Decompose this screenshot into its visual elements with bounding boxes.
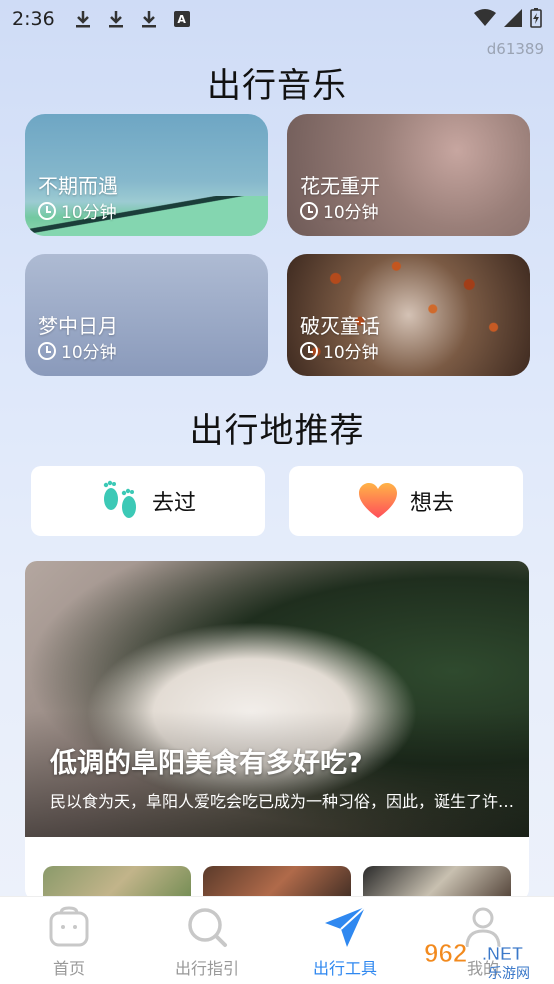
tab-guide[interactable]: 出行指引: [138, 897, 276, 984]
music-card-duration: 10分钟: [300, 198, 379, 223]
device-id-label: d61389: [486, 40, 544, 58]
signal-icon: [504, 9, 522, 27]
went-button-label: 去过: [151, 491, 196, 516]
feature-title: 低调的阜阳美食有多好吃?: [50, 748, 363, 779]
clock-icon: [300, 201, 318, 220]
music-card-title: 花无重开: [300, 174, 380, 198]
clock-icon: [38, 201, 56, 220]
tab-home[interactable]: 首页: [0, 897, 138, 984]
want-button[interactable]: 想去: [289, 466, 523, 536]
keyboard-a-icon: A: [173, 11, 190, 27]
download-icon: [75, 10, 91, 28]
home-icon: [47, 905, 91, 949]
want-button-label: 想去: [409, 491, 454, 516]
clock-icon: [300, 341, 318, 360]
music-section-title: 出行音乐: [207, 66, 347, 106]
music-card-title: 不期而遇: [38, 174, 118, 198]
tab-label: 出行工具: [312, 959, 377, 978]
download-icon: [108, 10, 124, 28]
feature-description: 民以食为天，阜阳人爱吃会吃已成为一种习俗，因此，诞生了许多美食: [50, 792, 525, 811]
heart-icon: [358, 483, 397, 518]
site-watermark: 962 .NET 乐游网: [424, 938, 531, 983]
tab-label: 出行指引: [174, 959, 239, 978]
music-card[interactable]: 梦中日月 10分钟: [25, 254, 268, 376]
status-time: 2:36: [12, 8, 55, 30]
svg-text:962: 962: [424, 938, 467, 968]
paper-plane-icon: [323, 905, 367, 949]
music-card-title: 破灭童话: [300, 314, 380, 338]
music-card-title: 梦中日月: [38, 314, 118, 338]
went-button[interactable]: 去过: [31, 466, 265, 536]
destination-section-title: 出行地推荐: [189, 411, 365, 451]
music-card-duration: 10分钟: [38, 198, 117, 223]
music-card[interactable]: 花无重开 10分钟: [287, 114, 530, 236]
music-card[interactable]: 破灭童话 10分钟: [287, 254, 530, 376]
music-card-duration: 10分钟: [300, 338, 379, 363]
wifi-icon: [474, 9, 496, 26]
feature-article-card[interactable]: 低调的阜阳美食有多好吃? 民以食为天，阜阳人爱吃会吃已成为一种习俗，因此，诞生了…: [25, 561, 529, 901]
search-icon: [185, 905, 229, 949]
clock-icon: [38, 341, 56, 360]
footprints-icon: [103, 480, 136, 518]
svg-text:乐游网: 乐游网: [488, 966, 530, 982]
download-icon: [141, 10, 157, 28]
music-card-duration: 10分钟: [38, 338, 117, 363]
tab-label: 首页: [52, 959, 85, 978]
tab-tools[interactable]: 出行工具: [276, 897, 414, 984]
status-bar: 2:36 A: [0, 0, 554, 38]
battery-icon: [530, 8, 542, 28]
music-card[interactable]: 不期而遇 10分钟: [25, 114, 268, 236]
svg-text:.NET: .NET: [482, 944, 523, 964]
